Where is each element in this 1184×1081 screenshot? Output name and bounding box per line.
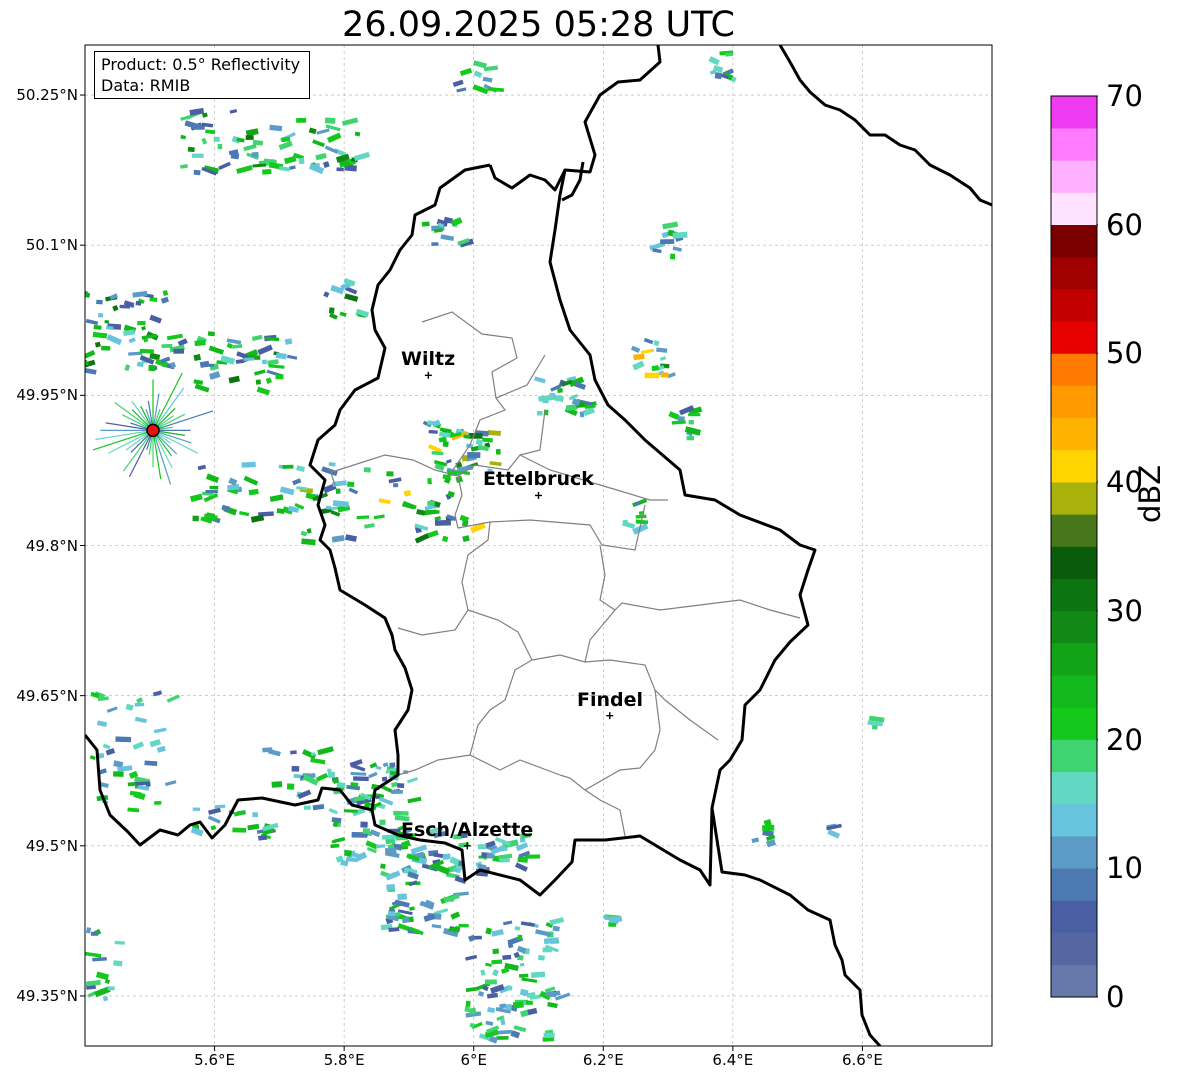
colorbar-swatch [1051,803,1097,837]
city-label: Esch/Alzette [401,819,534,841]
city-label: Ettelbruck [483,468,594,490]
colorbar-swatch [1051,482,1097,515]
city-label: Wiltz [401,348,456,370]
lat-tick-label: 50.25°N [16,86,78,105]
colorbar-swatch [1051,546,1097,579]
colorbar-swatch [1051,385,1097,419]
lon-tick-label: 5.8°E [323,1051,365,1069]
lat-tick-label: 49.65°N [16,686,78,705]
city-marker [424,371,432,379]
colorbar-swatch [1051,739,1097,773]
map-gridlines [85,45,992,1046]
colorbar-swatch [1051,643,1097,676]
colorbar-tick-label: 0 [1106,980,1125,1014]
colorbar-swatch [1051,160,1097,193]
lon-tick-label: 6.6°E [842,1051,883,1069]
lat-tick-label: 49.5°N [25,836,78,855]
colorbar-tick-label: 60 [1106,207,1143,242]
colorbar-swatch [1051,610,1097,644]
lon-tick-label: 5.6°E [194,1051,235,1069]
radar-echoes [85,50,885,1044]
colorbar-swatch [1051,224,1097,258]
canton-borders [329,311,801,837]
radar-map[interactable] [0,0,1184,1081]
colorbar-swatch [1051,289,1097,322]
radar-site-marker[interactable] [146,423,160,438]
lon-tick-label: 6.2°E [582,1051,624,1069]
data-source-label: Data: RMIB [101,76,191,95]
colorbar-swatch [1051,192,1097,226]
colorbar-swatch [1051,675,1097,708]
colorbar-swatch [1051,932,1097,966]
colorbar-swatch [1051,321,1097,354]
colorbar-swatch [1051,868,1097,901]
colorbar-swatch [1051,514,1097,547]
product-label: Product: 0.5° Reflectivity [101,55,301,74]
colorbar-swatch [1051,964,1097,998]
city-marker [606,712,614,720]
lon-tick-label: 6.4°E [712,1051,754,1069]
lat-tick-label: 49.95°N [16,386,78,405]
colorbar-swatch [1051,256,1097,290]
lon-tick-label: 6°E [460,1051,487,1069]
colorbar-swatch [1051,417,1097,451]
colorbar-swatch [1051,900,1097,933]
colorbar-swatch [1051,836,1097,869]
colorbar-label: dBZ [1133,464,1167,523]
colorbar-swatch [1051,449,1097,483]
city-label: Findel [577,689,644,711]
colorbar-swatch [1051,96,1097,129]
city-marker [535,491,542,499]
colorbar-tick-label: 50 [1106,336,1143,371]
colorbar-swatch [1051,707,1097,740]
colorbar-swatch [1051,578,1097,612]
product-info-box: Product: 0.5° Reflectivity Data: RMIB [94,51,310,99]
colorbar-tick-label: 20 [1106,722,1143,757]
colorbar [1050,95,1098,998]
colorbar-tick-label: 30 [1106,593,1143,628]
lat-tick-label: 49.35°N [16,986,78,1005]
colorbar-swatch [1051,353,1097,386]
colorbar-swatch [1051,128,1097,161]
lat-tick-label: 50.1°N [25,236,78,255]
lat-tick-label: 49.8°N [25,536,78,555]
colorbar-tick-label: 10 [1106,851,1143,886]
colorbar-swatch [1051,771,1097,805]
colorbar-tick-label: 70 [1106,79,1143,113]
